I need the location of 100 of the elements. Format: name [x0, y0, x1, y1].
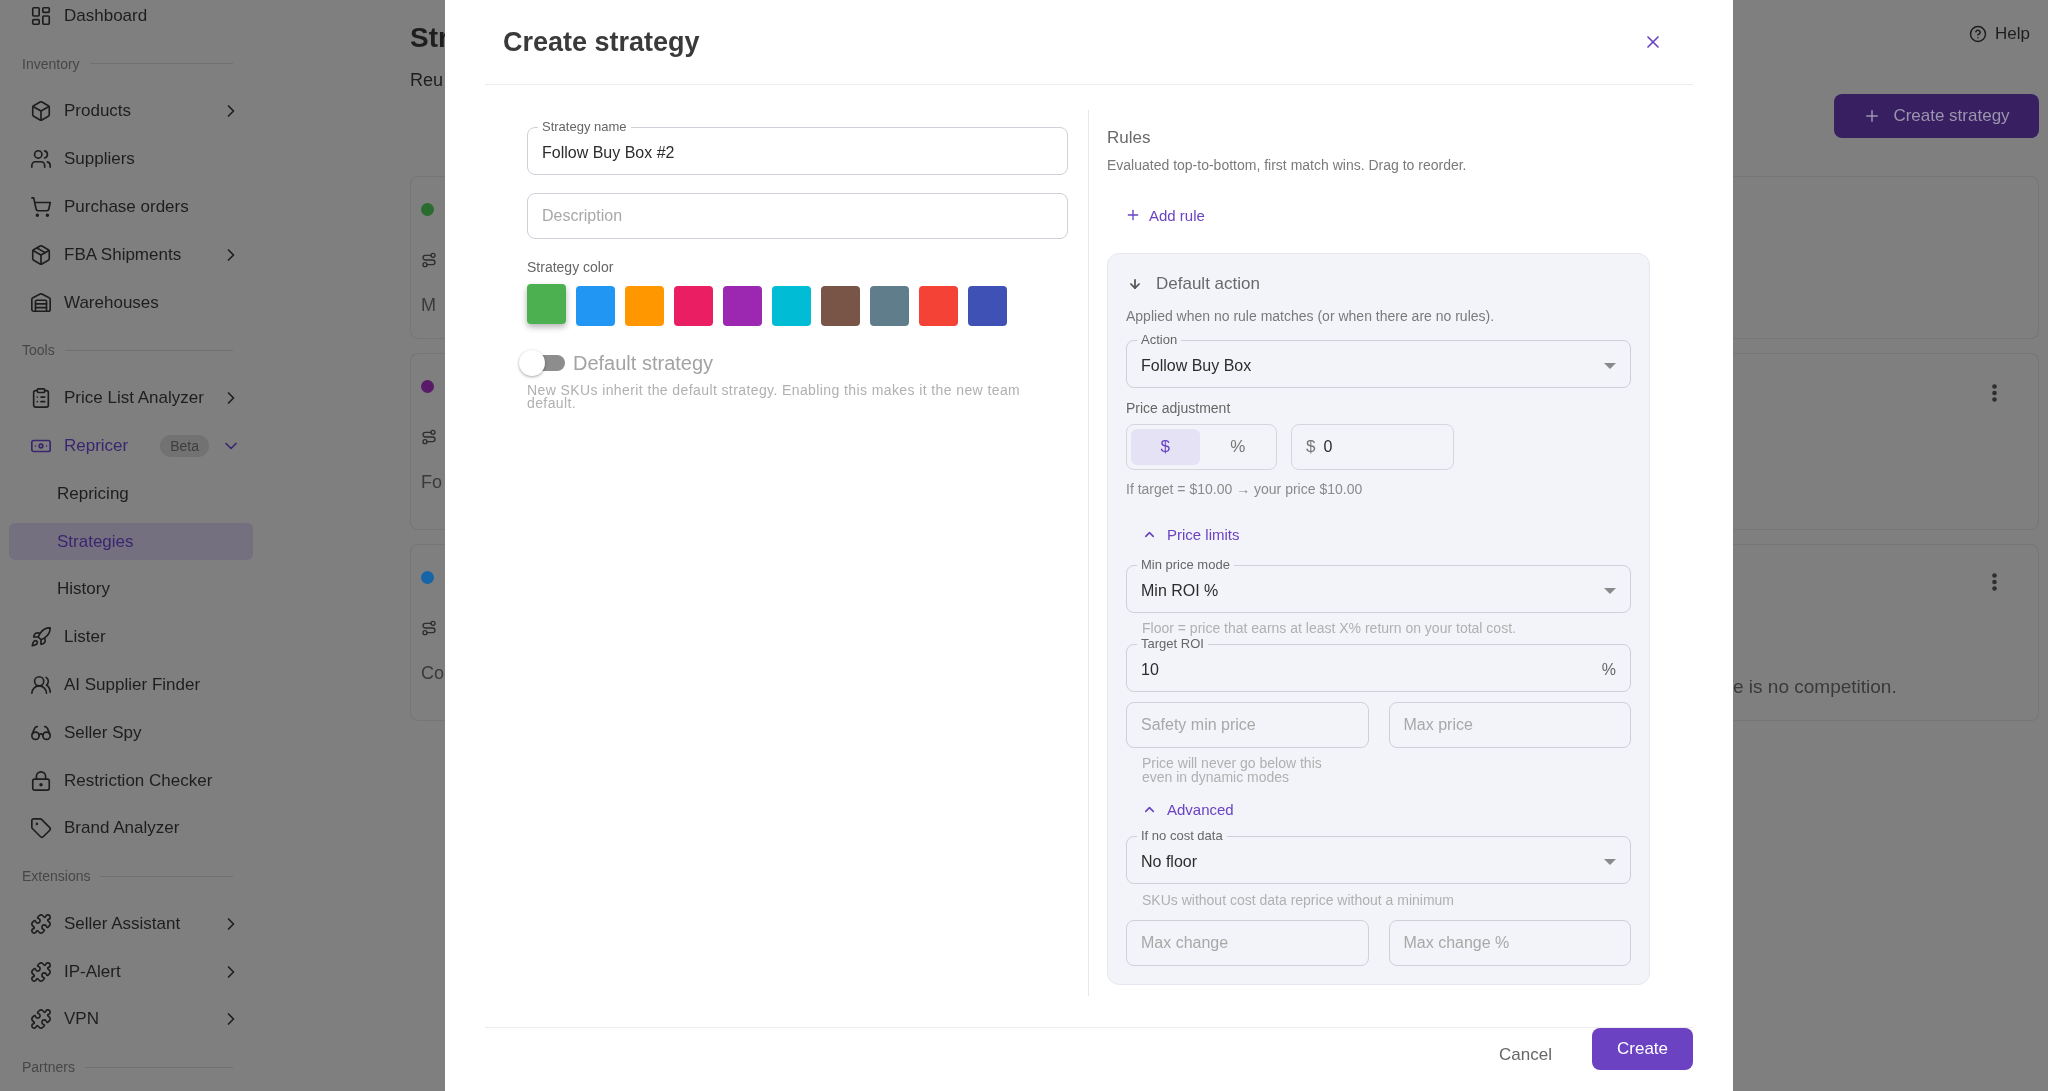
color-swatch[interactable]: [625, 286, 664, 326]
more-icon: [1992, 573, 1997, 591]
color-swatch[interactable]: [723, 286, 762, 326]
puzzle-icon: [30, 1008, 52, 1031]
price-limits-toggle[interactable]: Price limits: [1126, 523, 1240, 545]
toggle-label: Default strategy: [573, 351, 714, 375]
sidebar-item[interactable]: Purchase orders: [0, 183, 253, 231]
section-heading: Partners: [22, 1059, 75, 1076]
sidebar-item[interactable]: Seller Spy: [0, 708, 253, 757]
field-label: Price adjustment: [1126, 400, 1232, 416]
no-cost-select[interactable]: If no cost data No floor: [1126, 828, 1631, 884]
strategy-card[interactable]: [1733, 353, 2039, 530]
page-title: Str: [410, 22, 449, 54]
color-swatch[interactable]: [674, 286, 713, 326]
strategy-card[interactable]: [1733, 176, 2039, 339]
hint-text: SKUs without cost data reprice without a minimum: [1142, 893, 1455, 908]
puzzle-icon: [30, 960, 52, 983]
sidebar-item[interactable]: IP-Alert: [0, 947, 253, 996]
add-rule-button[interactable]: Add rule: [1117, 197, 1213, 233]
package-icon: [30, 243, 52, 266]
advanced-toggle[interactable]: Advanced: [1126, 798, 1234, 820]
sidebar-item[interactable]: Price List Analyzer: [0, 374, 253, 423]
text-input[interactable]: Safety min price: [1141, 716, 1354, 734]
action-select[interactable]: Action Follow Buy Box: [1126, 332, 1631, 388]
text-input[interactable]: Max change %: [1403, 934, 1616, 952]
sidebar-subitem[interactable]: Repricing: [9, 474, 253, 513]
arrow-down-icon: [1128, 277, 1142, 291]
users-icon: [30, 148, 52, 171]
create-strategy-button[interactable]: Create strategy: [1834, 94, 2039, 138]
cube-icon: [30, 100, 52, 123]
field-label: If no cost data: [1140, 828, 1224, 844]
caret-icon: [1604, 363, 1616, 369]
safety-min-price-field[interactable]: Safety min price: [1126, 702, 1369, 748]
color-swatch[interactable]: [919, 286, 958, 326]
sidebar-item[interactable]: Seller Assistant: [0, 900, 253, 948]
card-text: Fo: [421, 471, 443, 493]
color-swatch[interactable]: [968, 286, 1007, 326]
sidebar-item[interactable]: AI Supplier Finder: [0, 661, 253, 709]
max-change-field[interactable]: Max change: [1126, 920, 1369, 966]
more-icon: [1992, 384, 1997, 402]
sidebar-item[interactable]: Brand Analyzer: [0, 804, 253, 853]
max-change-percent-field[interactable]: Max change %: [1388, 920, 1631, 966]
section-heading: Inventory: [22, 55, 80, 72]
sidebar-item[interactable]: VPN: [0, 995, 253, 1044]
target-roi-field[interactable]: Target ROI 10 %: [1126, 636, 1631, 692]
text-input[interactable]: Max change: [1141, 934, 1354, 952]
sidebar-item[interactable]: Restriction Checker: [0, 756, 253, 805]
create-button[interactable]: Create: [1592, 1028, 1693, 1070]
field-label: Strategy name: [541, 119, 628, 135]
hint-text: Price will never go below this even in dynamic modes: [1142, 756, 1323, 784]
section-hint: Evaluated top-to-bottom, first match wins. Drag to reorder.: [1107, 157, 1468, 173]
description-field[interactable]: Description: [527, 193, 1068, 239]
card-description: e is no competition.: [1733, 676, 1897, 698]
unit-suffix: %: [1601, 661, 1616, 679]
select-value: No floor: [1141, 853, 1199, 871]
sidebar-item[interactable]: Warehouses: [0, 278, 253, 327]
help-icon: [1969, 25, 1988, 43]
users-icon: [30, 673, 52, 696]
unit-option[interactable]: %: [1203, 429, 1272, 465]
cart-icon: [30, 196, 52, 218]
help-link[interactable]: Help: [1969, 24, 2030, 44]
text-input[interactable]: Description: [542, 207, 1053, 225]
text-input[interactable]: 10: [1141, 661, 1594, 679]
sidebar-item[interactable]: Dashboard: [0, 0, 253, 40]
strategy-card[interactable]: e is no competition.: [1733, 544, 2039, 721]
color-swatch[interactable]: [870, 286, 909, 326]
adjustment-field[interactable]: $ 0: [1291, 424, 1454, 470]
route-icon: [421, 429, 437, 445]
unit-option[interactable]: $: [1131, 429, 1200, 465]
card-text: M: [421, 294, 437, 316]
sidebar-item[interactable]: Suppliers: [0, 135, 253, 184]
caret-icon: [1604, 859, 1616, 865]
color-swatch[interactable]: [576, 286, 615, 326]
panel-title: Default action: [1156, 274, 1260, 294]
color-swatch[interactable]: [772, 286, 811, 326]
hint-text: Floor = price that earns at least X% return on your total cost.: [1142, 621, 1517, 636]
text-input[interactable]: 0: [1323, 438, 1439, 456]
sidebar-item[interactable]: FBA Shipments: [0, 230, 253, 279]
strategy-name-field[interactable]: Strategy name Follow Buy Box #2: [527, 119, 1068, 175]
sidebar-subitem[interactable]: History: [9, 570, 253, 609]
sidebar-item[interactable]: Lister: [0, 613, 253, 662]
section-heading: Tools: [22, 342, 55, 359]
card-text: Co: [421, 662, 445, 684]
panel-hint: Applied when no rule matches (or when there are no rules).: [1126, 308, 1496, 324]
warehouse-icon: [30, 291, 52, 314]
max-price-field[interactable]: Max price: [1388, 702, 1631, 748]
sidebar-subitem[interactable]: Strategies: [9, 522, 253, 561]
color-swatch[interactable]: [821, 286, 860, 326]
route-icon: [421, 252, 437, 268]
lock-icon: [30, 769, 52, 792]
text-input[interactable]: Follow Buy Box #2: [542, 144, 1053, 162]
cancel-button[interactable]: Cancel: [1487, 1036, 1564, 1074]
puzzle-icon: [30, 912, 52, 935]
sidebar-item[interactable]: Products: [0, 87, 253, 136]
toggle-switch[interactable]: [519, 350, 565, 376]
text-input[interactable]: Max price: [1403, 716, 1616, 734]
min-price-mode-select[interactable]: Min price mode Min ROI %: [1126, 557, 1631, 613]
color-swatch[interactable]: [527, 284, 566, 324]
field-label: Target ROI: [1140, 636, 1205, 652]
hint-text: New SKUs inherit the default strategy. Enabling this makes it the new team default.: [527, 384, 1022, 410]
